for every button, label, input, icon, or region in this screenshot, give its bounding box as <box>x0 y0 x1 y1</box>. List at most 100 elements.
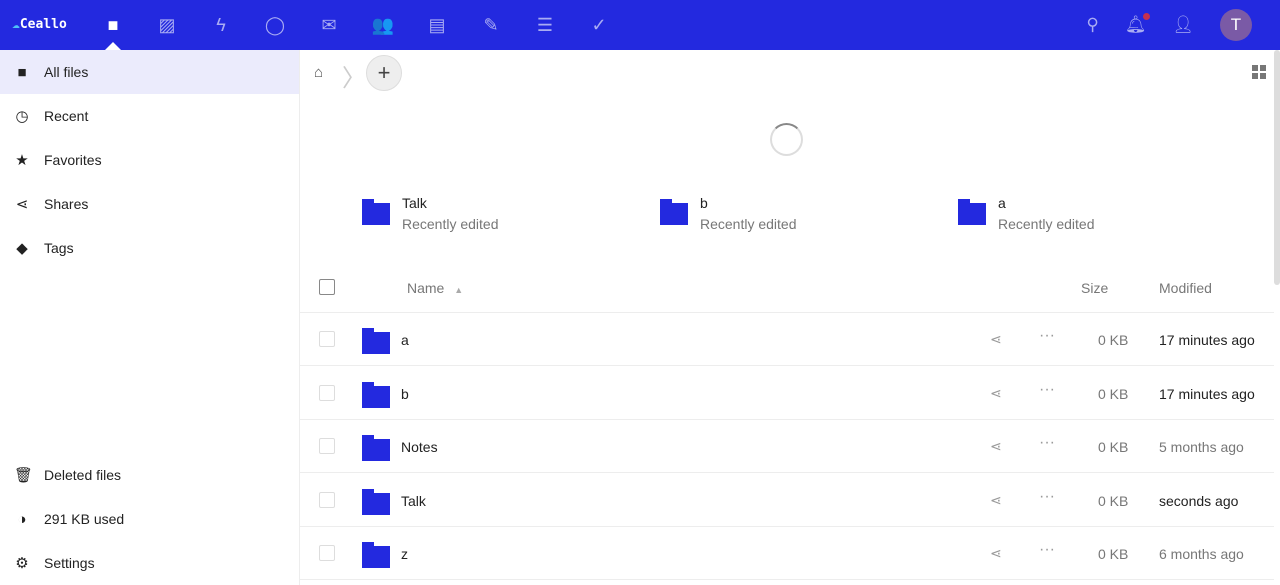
sidebar-item[interactable]: ⋖ Shares <box>0 182 299 226</box>
app-photos[interactable]: ▨ <box>140 0 194 50</box>
folder-icon <box>362 381 390 408</box>
recent-file-card[interactable]: a Recently edited <box>958 195 1095 232</box>
modified-column-header[interactable]: Modified <box>1159 280 1212 296</box>
avatar[interactable]: T <box>1220 9 1252 41</box>
share-icon[interactable]: ⋖ <box>990 331 1002 348</box>
row-checkbox[interactable] <box>319 491 335 508</box>
app-talk[interactable]: ◯ <box>248 0 302 50</box>
table-row[interactable]: Notes ⋖ ··· 0 KB 5 months ago <box>300 420 1274 473</box>
row-checkbox[interactable] <box>319 384 335 401</box>
quota-icon: ◑ <box>17 510 27 528</box>
logo[interactable]: ☁Ceallo <box>12 17 67 32</box>
table-header: Name ▲ Size Modified <box>300 268 1274 313</box>
sidebar-item-label: Deleted files <box>44 467 122 483</box>
app-calendar[interactable]: ▤ <box>410 0 464 50</box>
sidebar-item-label: All files <box>44 64 89 80</box>
home-icon[interactable]: ⌂ <box>314 64 323 81</box>
app-activity[interactable]: ϟ <box>194 0 248 50</box>
sidebar-item[interactable]: ◆ Tags <box>0 226 299 270</box>
app-contacts[interactable]: 👥 <box>356 0 410 50</box>
sidebar-item-label: Settings <box>44 555 95 571</box>
recent-file-name: a <box>998 195 1006 211</box>
more-actions-icon[interactable]: ··· <box>1039 327 1055 345</box>
logo-text: Ceallo <box>19 17 67 32</box>
folder-icon <box>362 328 390 354</box>
file-name[interactable]: a <box>401 332 409 348</box>
table-row[interactable]: a ⋖ ··· 0 KB 17 minutes ago <box>300 313 1274 366</box>
row-checkbox[interactable] <box>319 331 335 347</box>
file-size: 0 KB <box>1098 546 1129 562</box>
tag-icon: ◆ <box>16 240 28 257</box>
row-checkbox[interactable] <box>319 438 335 454</box>
select-all-checkbox[interactable] <box>319 279 335 295</box>
sidebar-item-label: 291 KB used <box>44 511 125 527</box>
sidebar-bottom-item[interactable]: ◑ 291 KB used <box>0 497 299 541</box>
file-modified: 17 minutes ago <box>1159 385 1255 402</box>
app-tasks[interactable]: ✓ <box>572 0 626 50</box>
file-size: 0 KB <box>1098 439 1129 455</box>
file-size: 0 KB <box>1098 332 1129 348</box>
loading-spinner <box>770 123 803 156</box>
sidebar-bottom-item[interactable]: 🗑 Deleted files <box>0 453 299 497</box>
name-column-header[interactable]: Name ▲ <box>407 280 463 296</box>
recent-file-card[interactable]: Talk Recently edited <box>362 195 499 232</box>
more-actions-icon[interactable]: ··· <box>1039 381 1055 399</box>
search-icon[interactable]: ⚲ <box>1086 15 1098 35</box>
tasks-icon: ✓ <box>591 14 607 35</box>
new-button[interactable]: + <box>366 55 402 91</box>
files-icon: ■ <box>107 14 119 35</box>
file-name[interactable]: Notes <box>401 439 438 455</box>
recent-file-name: Talk <box>402 195 427 211</box>
share-icon: ⋖ <box>15 196 29 213</box>
more-actions-icon[interactable]: ··· <box>1039 488 1055 506</box>
table-row[interactable]: z ⋖ ··· 0 KB 6 months ago <box>300 527 1274 580</box>
more-actions-icon[interactable]: ··· <box>1039 434 1055 452</box>
share-icon[interactable]: ⋖ <box>990 438 1002 455</box>
sidebar-item-label: Shares <box>44 196 89 212</box>
folder-icon <box>362 542 390 568</box>
sidebar-item-label: Recent <box>44 108 89 124</box>
share-icon[interactable]: ⋖ <box>990 492 1002 509</box>
share-icon[interactable]: ⋖ <box>990 545 1002 562</box>
cloud-icon: ☁ <box>12 17 20 32</box>
sidebar-item[interactable]: ★ Favorites <box>0 138 299 182</box>
grid-view-icon[interactable] <box>1252 65 1266 79</box>
sidebar-item[interactable]: ◷ Recent <box>0 94 299 138</box>
app-mail[interactable]: ✉ <box>302 0 356 50</box>
app-notes[interactable]: ✎ <box>464 0 518 50</box>
file-name[interactable]: z <box>401 546 408 562</box>
notes-icon: ✎ <box>483 14 499 35</box>
notification-dot <box>1143 13 1151 20</box>
recent-file-name: b <box>700 195 708 211</box>
recent-file-status: Recently edited <box>998 216 1095 232</box>
clock-icon: ◷ <box>15 108 29 125</box>
app-deck[interactable]: ☰ <box>518 0 572 50</box>
main-content: ⌂ 〉 + Talk Recently edited b Recently edite… <box>300 50 1274 585</box>
photos-icon: ▨ <box>158 14 176 35</box>
scrollbar[interactable] <box>1274 50 1280 285</box>
file-name[interactable]: Talk <box>401 493 426 509</box>
folder-icon: ■ <box>17 63 27 81</box>
sort-asc-icon: ▲ <box>454 285 464 295</box>
folder-icon <box>362 435 390 461</box>
notifications-icon[interactable]: 🔔︎ <box>1125 13 1151 35</box>
folder-icon <box>362 199 390 225</box>
sidebar-item[interactable]: ■ All files <box>0 50 299 94</box>
table-row[interactable]: Talk ⋖ ··· 0 KB seconds ago <box>300 474 1274 527</box>
file-name[interactable]: b <box>401 386 409 402</box>
mail-icon: ✉ <box>321 14 337 35</box>
app-menu: ■ ▨ ϟ ◯ ✉ 👥 ▤ ✎ ☰ ✓ <box>86 0 626 50</box>
table-row[interactable]: b ⋖ ··· 0 KB 17 minutes ago <box>300 367 1274 420</box>
row-checkbox[interactable] <box>319 545 335 561</box>
size-column-header[interactable]: Size <box>1081 280 1108 296</box>
more-actions-icon[interactable]: ··· <box>1039 541 1055 559</box>
contacts-icon: 👥 <box>371 14 395 35</box>
sidebar-bottom-item[interactable]: ⚙ Settings <box>0 541 299 585</box>
sidebar-item-label: Favorites <box>44 152 102 168</box>
app-files[interactable]: ■ <box>86 0 140 50</box>
sidebar-item-label: Tags <box>44 240 74 256</box>
recent-file-card[interactable]: b Recently edited <box>660 195 797 232</box>
share-icon[interactable]: ⋖ <box>990 385 1002 402</box>
activity-icon: ϟ <box>216 14 226 35</box>
contacts-menu-icon[interactable]: 👤︎ <box>1172 15 1194 35</box>
